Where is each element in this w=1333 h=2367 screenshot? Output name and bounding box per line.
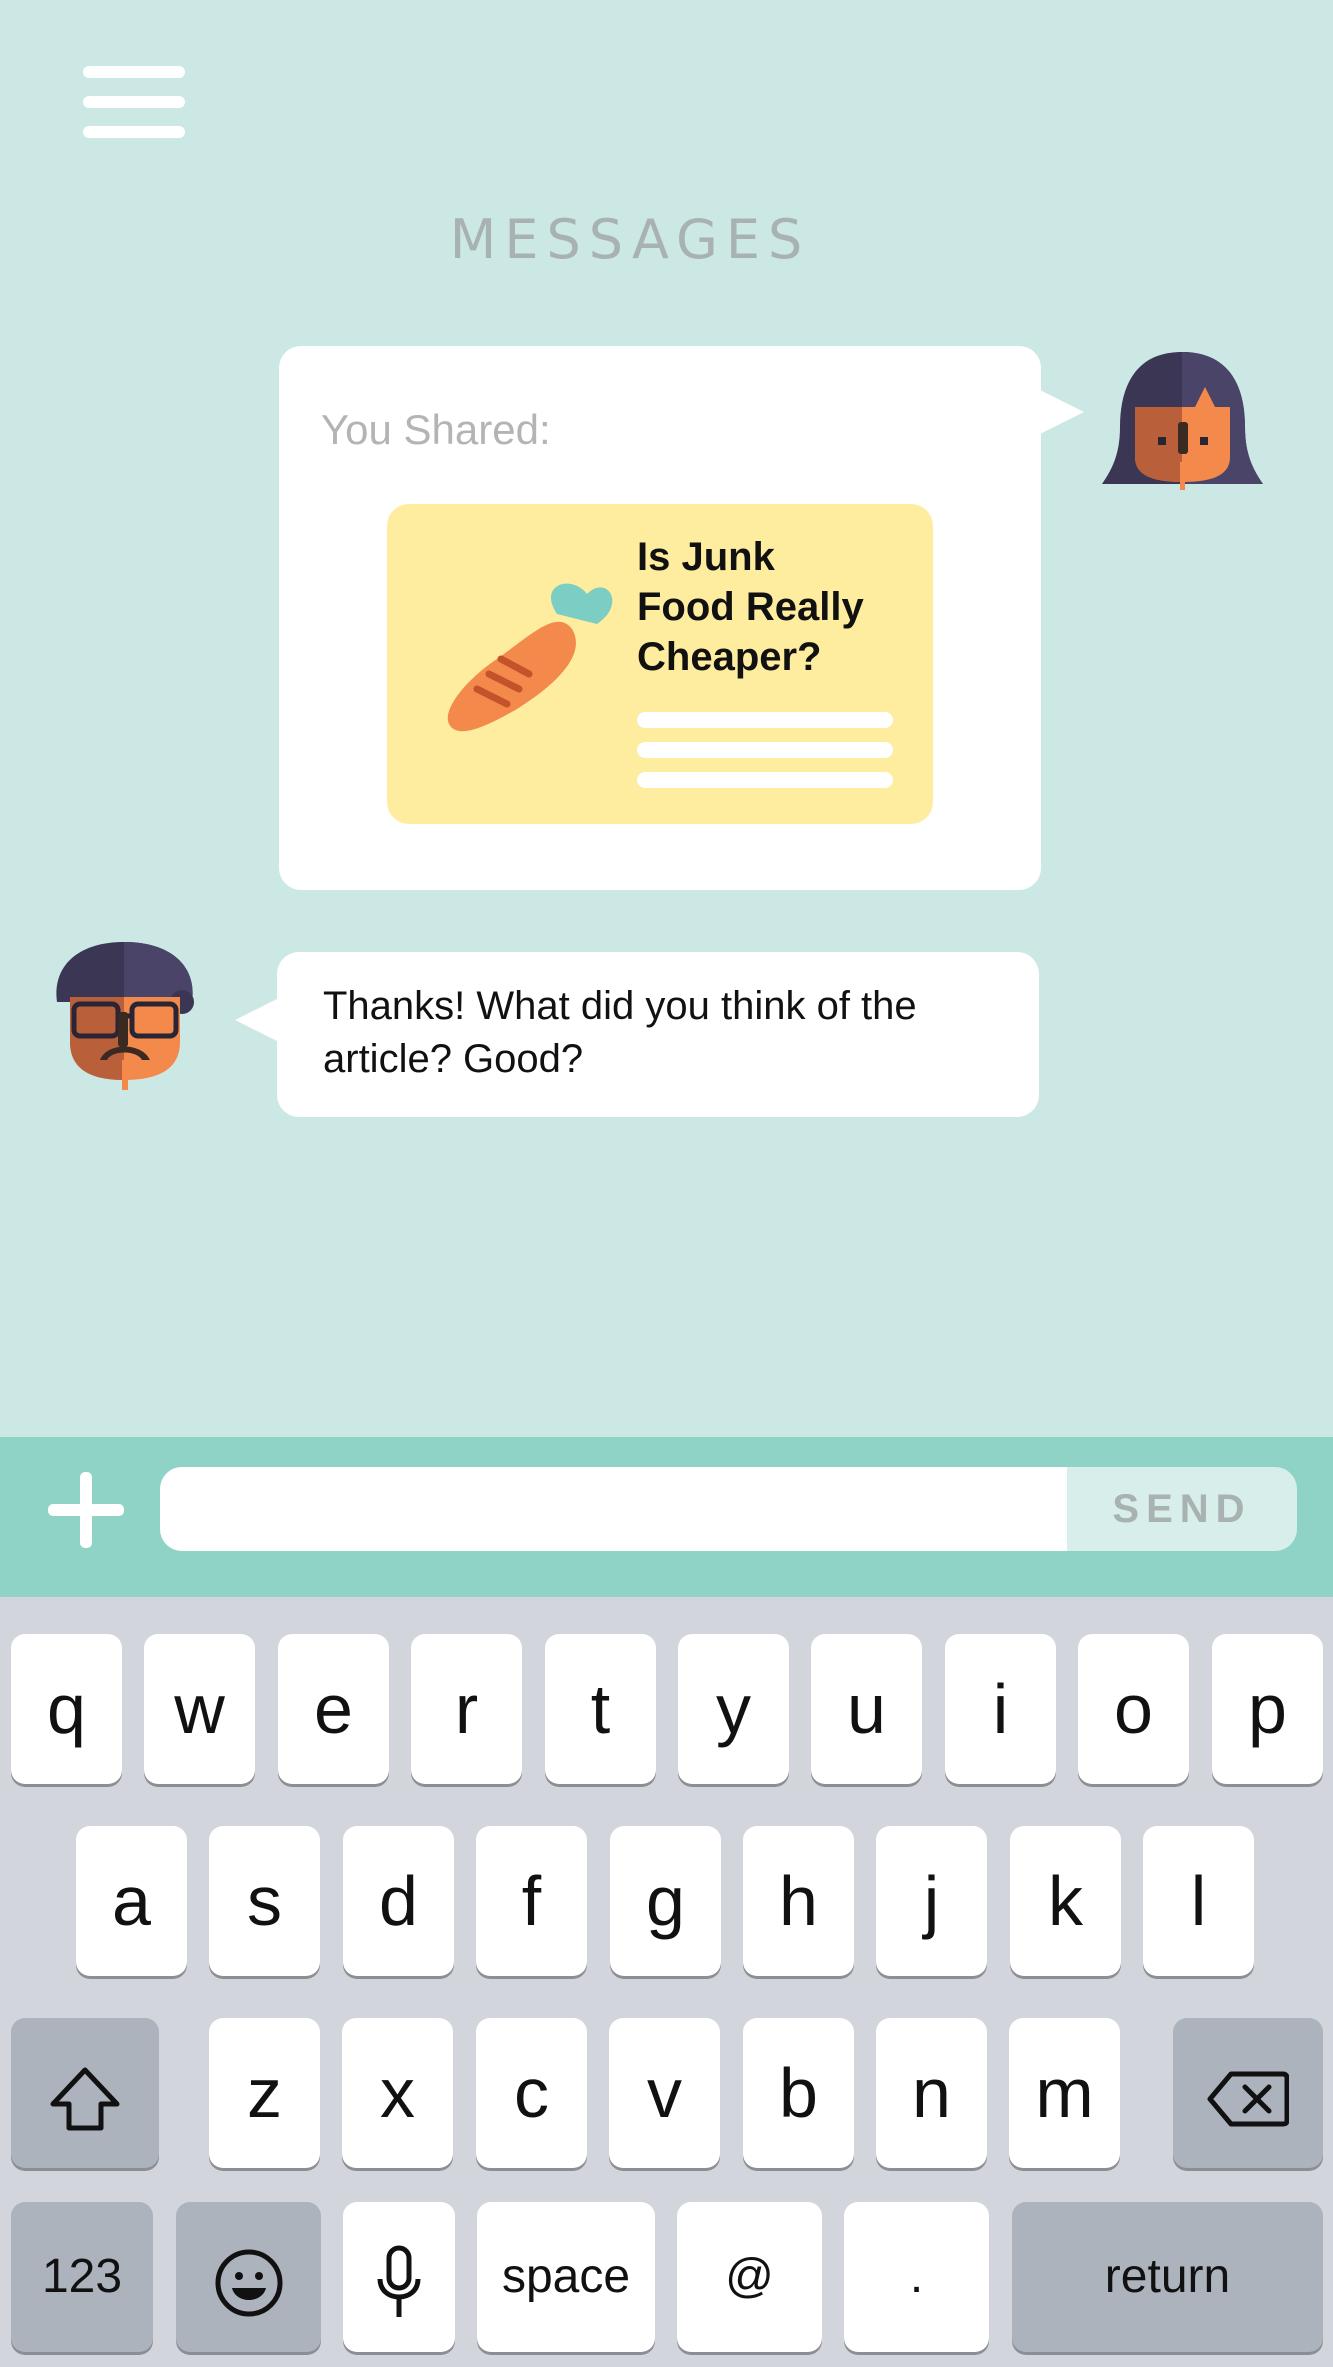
microphone-key[interactable] xyxy=(343,2202,455,2352)
key-g[interactable]: g xyxy=(610,1826,721,1976)
carrot-icon xyxy=(447,583,613,732)
key-n[interactable]: n xyxy=(876,2018,987,2168)
key-z[interactable]: z xyxy=(209,2018,320,2168)
article-title: Is Junk Food Really Cheaper? xyxy=(637,535,864,679)
key-b[interactable]: b xyxy=(743,2018,854,2168)
emoji-key[interactable] xyxy=(176,2202,321,2352)
backspace-icon xyxy=(1207,2071,1290,2127)
space-key[interactable]: space xyxy=(477,2202,655,2352)
page-title: MESSAGES xyxy=(449,208,811,271)
key-v[interactable]: v xyxy=(609,2018,720,2168)
key-w[interactable]: w xyxy=(144,1634,255,1784)
plus-icon[interactable] xyxy=(48,1472,124,1548)
key-s[interactable]: s xyxy=(209,1826,320,1976)
key-a[interactable]: a xyxy=(76,1826,187,1976)
shift-key[interactable] xyxy=(11,2018,159,2168)
key-l[interactable]: l xyxy=(1143,1826,1254,1976)
article-text-line xyxy=(637,742,893,758)
composer-bar: SEND xyxy=(0,1437,1333,1597)
bubble-tail xyxy=(1040,390,1084,434)
key-h[interactable]: h xyxy=(743,1826,854,1976)
key-f[interactable]: f xyxy=(476,1826,587,1976)
key-q[interactable]: q xyxy=(11,1634,122,1784)
key-i[interactable]: i xyxy=(945,1634,1056,1784)
key-d[interactable]: d xyxy=(343,1826,454,1976)
key-o[interactable]: o xyxy=(1078,1634,1189,1784)
reply-message-bubble: Thanks! What did you think of the articl… xyxy=(277,952,1039,1117)
period-key[interactable]: . xyxy=(844,2202,989,2352)
hamburger-menu-icon[interactable] xyxy=(83,66,185,138)
shared-label: You Shared: xyxy=(321,406,551,453)
numbers-key[interactable]: 123 xyxy=(11,2202,153,2352)
key-r[interactable]: r xyxy=(411,1634,522,1784)
message-input[interactable] xyxy=(160,1467,1067,1551)
key-k[interactable]: k xyxy=(1010,1826,1121,1976)
key-u[interactable]: u xyxy=(811,1634,922,1784)
key-m[interactable]: m xyxy=(1009,2018,1120,2168)
send-button[interactable]: SEND xyxy=(1067,1467,1297,1551)
key-e[interactable]: e xyxy=(278,1634,389,1784)
key-y[interactable]: y xyxy=(678,1634,789,1784)
delete-key[interactable] xyxy=(1173,2018,1323,2168)
article-text-line xyxy=(637,772,893,788)
article-text-line xyxy=(637,712,893,728)
emoji-icon xyxy=(215,2249,282,2317)
key-p[interactable]: p xyxy=(1212,1634,1323,1784)
microphone-icon xyxy=(377,2245,421,2317)
key-t[interactable]: t xyxy=(545,1634,656,1784)
shared-article-card[interactable]: Is Junk Food Really Cheaper? xyxy=(387,504,933,824)
key-c[interactable]: c xyxy=(476,2018,587,2168)
shift-arrow-icon xyxy=(50,2067,120,2131)
reply-message-text: Thanks! What did you think of the articl… xyxy=(323,984,917,1081)
shared-message-bubble: You Shared: Is Junk Food Really Cheaper? xyxy=(279,346,1041,890)
return-key[interactable]: return xyxy=(1012,2202,1323,2352)
key-x[interactable]: x xyxy=(342,2018,453,2168)
bubble-tail xyxy=(235,998,279,1042)
at-key[interactable]: @ xyxy=(677,2202,822,2352)
man-with-glasses-avatar[interactable] xyxy=(52,942,197,1090)
keyboard: 123 space @ . return qwertyuiop asdfghjkl… xyxy=(0,1597,1333,2367)
key-j[interactable]: j xyxy=(876,1826,987,1976)
woman-avatar[interactable] xyxy=(1100,352,1265,490)
